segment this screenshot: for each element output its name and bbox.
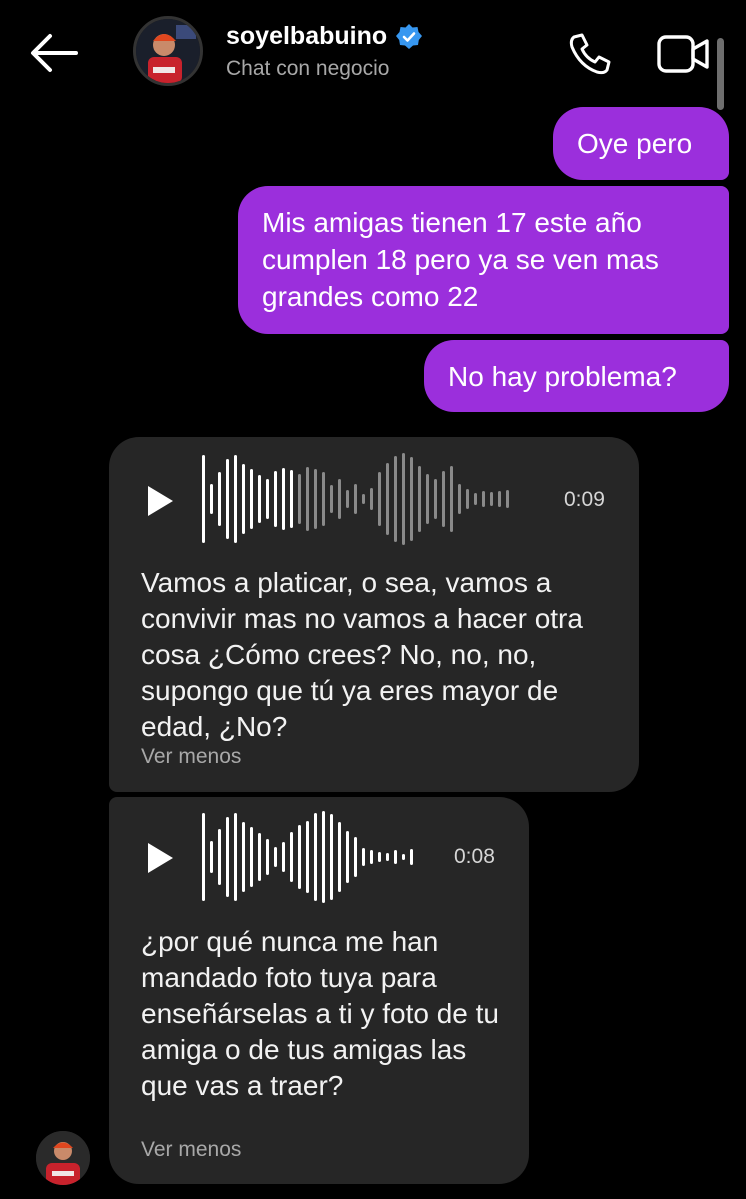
waveform-bar <box>210 484 213 514</box>
waveform-bar <box>386 853 389 861</box>
waveform-bar <box>394 456 397 542</box>
chat-header: soyelbabuino Chat con negocio <box>0 0 746 110</box>
waveform-bar <box>474 493 477 505</box>
transcript-text: ¿por qué nunca me han mandado foto tuya … <box>141 926 499 1101</box>
waveform-bar <box>378 472 381 526</box>
waveform-bar <box>306 467 309 531</box>
waveform-bar <box>370 850 373 864</box>
waveform-bar <box>202 455 205 543</box>
scrollbar[interactable] <box>717 38 724 110</box>
message-text: No hay problema? <box>448 360 677 392</box>
waveform-bar <box>354 837 357 877</box>
chat-subtitle: Chat con negocio <box>226 57 390 80</box>
waveform-bar <box>322 472 325 526</box>
video-call-button[interactable] <box>655 32 711 76</box>
waveform-bar <box>234 455 237 543</box>
waveform-bar <box>242 822 245 892</box>
waveform-bar <box>362 494 365 504</box>
waveform-bar <box>258 475 261 523</box>
waveform-bar <box>402 854 405 860</box>
waveform-bar <box>354 484 357 514</box>
audio-duration: 0:09 <box>564 488 605 511</box>
audio-waveform[interactable] <box>202 811 413 903</box>
waveform-bar <box>218 829 221 885</box>
waveform-bar <box>362 848 365 866</box>
waveform-bar <box>482 491 485 507</box>
see-less-link[interactable]: Ver menos <box>141 1138 241 1162</box>
waveform-bar <box>346 490 349 508</box>
waveform-bar <box>322 811 325 903</box>
waveform-bar <box>338 822 341 892</box>
waveform-bar <box>498 491 501 507</box>
waveform-bar <box>402 453 405 545</box>
voice-message[interactable]: 0:09 Vamos a platicar, o sea, vamos a co… <box>109 437 639 792</box>
waveform-bar <box>282 468 285 530</box>
waveform-bar <box>330 814 333 900</box>
waveform-bar <box>450 466 453 532</box>
waveform-bar <box>306 821 309 893</box>
waveform-bar <box>298 474 301 524</box>
waveform-bar <box>274 847 277 867</box>
waveform-bar <box>466 489 469 509</box>
waveform-bar <box>282 842 285 872</box>
message-text: Mis amigas tienen 17 este año cumplen 18… <box>262 207 659 312</box>
waveform-bar <box>434 479 437 519</box>
waveform-bar <box>210 841 213 873</box>
waveform-bar <box>490 492 493 506</box>
play-icon <box>148 843 173 873</box>
waveform-bar <box>330 485 333 513</box>
waveform-bar <box>378 852 381 862</box>
waveform-bar <box>290 832 293 882</box>
verified-badge-icon <box>396 23 423 49</box>
outgoing-message[interactable]: No hay problema? <box>424 340 729 412</box>
waveform-bar <box>386 463 389 535</box>
waveform-bar <box>202 813 205 901</box>
back-button[interactable] <box>28 30 80 76</box>
waveform-bar <box>442 471 445 527</box>
waveform-bar <box>242 464 245 534</box>
play-button[interactable] <box>145 841 175 875</box>
phone-icon <box>569 33 611 75</box>
waveform-bar <box>218 472 221 526</box>
waveform-bar <box>298 825 301 889</box>
sender-avatar[interactable] <box>36 1131 90 1185</box>
audio-duration: 0:08 <box>454 845 495 868</box>
waveform-bar <box>370 488 373 510</box>
voice-call-button[interactable] <box>566 30 614 78</box>
waveform-bar <box>346 831 349 883</box>
waveform-bar <box>314 469 317 529</box>
outgoing-message[interactable]: Oye pero <box>553 107 729 180</box>
play-button[interactable] <box>145 484 175 518</box>
waveform-bar <box>234 813 237 901</box>
waveform-bar <box>394 850 397 864</box>
video-camera-icon <box>657 35 709 73</box>
waveform-bar <box>410 457 413 541</box>
transcript-text: Vamos a platicar, o sea, vamos a convivi… <box>141 567 583 742</box>
waveform-bar <box>410 849 413 865</box>
back-arrow-icon <box>31 34 78 72</box>
waveform-bar <box>250 469 253 529</box>
waveform-bar <box>290 470 293 528</box>
waveform-bar <box>458 484 461 514</box>
waveform-bar <box>226 817 229 897</box>
waveform-bar <box>250 827 253 887</box>
play-icon <box>148 486 173 516</box>
waveform-bar <box>266 479 269 519</box>
voice-message[interactable]: 0:08 ¿por qué nunca me han mandado foto … <box>109 797 529 1184</box>
contact-avatar[interactable] <box>133 16 203 86</box>
waveform-bar <box>418 466 421 532</box>
waveform-bar <box>314 813 317 901</box>
outgoing-message[interactable]: Mis amigas tienen 17 este año cumplen 18… <box>238 186 729 334</box>
contact-name[interactable]: soyelbabuino <box>226 22 387 51</box>
waveform-bar <box>258 833 261 881</box>
waveform-bar <box>226 459 229 539</box>
waveform-bar <box>274 471 277 527</box>
audio-waveform[interactable] <box>202 453 509 545</box>
waveform-bar <box>266 839 269 875</box>
see-less-link[interactable]: Ver menos <box>141 745 241 769</box>
waveform-bar <box>506 490 509 508</box>
waveform-bar <box>426 474 429 524</box>
waveform-bar <box>338 479 341 519</box>
message-text: Oye pero <box>577 128 693 159</box>
